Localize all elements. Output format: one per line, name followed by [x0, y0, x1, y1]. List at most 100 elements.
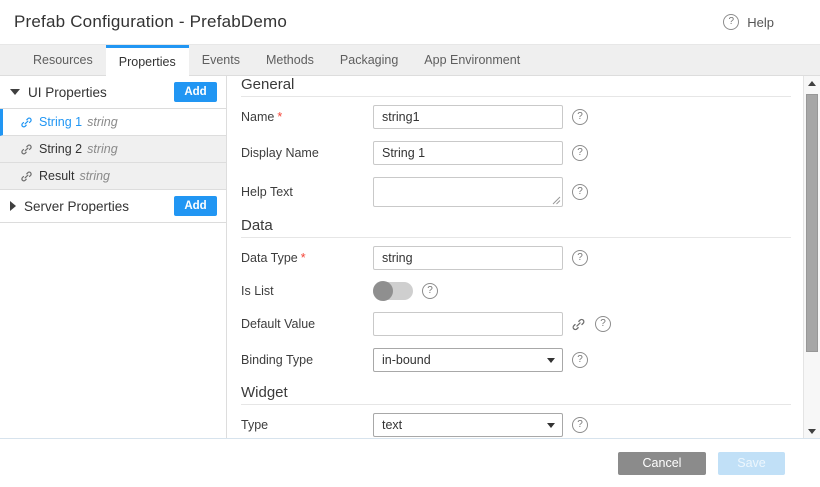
- add-ui-property-button[interactable]: Add: [174, 82, 217, 102]
- chevron-down-icon: [547, 358, 555, 363]
- sidebar-item-string-2[interactable]: String 2 string: [0, 136, 226, 163]
- help-circle-icon: ?: [572, 250, 588, 266]
- help-circle-icon: ?: [422, 283, 438, 299]
- field-row-binding-type: Binding Type in-bound ?: [241, 348, 803, 372]
- widget-type-select[interactable]: text: [373, 413, 563, 437]
- resize-handle-icon[interactable]: [552, 196, 561, 205]
- help-text-input[interactable]: [373, 177, 563, 207]
- field-row-data-type: Data Type* ?: [241, 246, 803, 270]
- field-row-is-list: Is List ?: [241, 282, 803, 300]
- arrow-up-icon: [808, 81, 816, 86]
- link-icon: [20, 143, 33, 156]
- field-label: Help Text: [241, 185, 373, 199]
- scroll-down-button[interactable]: [804, 424, 820, 438]
- prefab-configuration-dialog: Prefab Configuration - PrefabDemo ? Help…: [0, 0, 820, 487]
- bind-link-icon[interactable]: [571, 317, 586, 332]
- item-type: string: [87, 115, 118, 129]
- tab-packaging[interactable]: Packaging: [327, 45, 411, 75]
- name-input[interactable]: [373, 105, 563, 129]
- sidebar-item-result[interactable]: Result string: [0, 163, 226, 190]
- dialog-title: Prefab Configuration - PrefabDemo: [14, 12, 287, 32]
- field-row-help-text: Help Text ?: [241, 177, 803, 207]
- field-label-text: Type: [241, 418, 268, 432]
- scrollbar[interactable]: [803, 76, 820, 438]
- item-type: string: [87, 142, 118, 156]
- item-name: Result: [39, 169, 74, 183]
- field-row-default-value: Default Value ?: [241, 312, 803, 336]
- help-icon[interactable]: ?: [572, 109, 588, 125]
- help-icon[interactable]: ?: [572, 352, 588, 368]
- arrow-down-icon: [808, 429, 816, 434]
- required-marker: *: [277, 110, 282, 124]
- tab-properties[interactable]: Properties: [106, 45, 189, 76]
- help-icon[interactable]: ?: [595, 316, 611, 332]
- sidebar-item-string-1[interactable]: String 1 string: [0, 109, 226, 136]
- item-name: String 1: [39, 115, 82, 129]
- field-label: Type: [241, 418, 373, 432]
- is-list-toggle[interactable]: [373, 282, 413, 300]
- binding-type-select[interactable]: in-bound: [373, 348, 563, 372]
- help-button[interactable]: ? Help: [723, 14, 774, 30]
- dialog-body: UI Properties Add String 1 string String…: [0, 76, 820, 438]
- field-label-text: Help Text: [241, 185, 293, 199]
- link-icon: [20, 116, 33, 129]
- chevron-down-icon: [547, 423, 555, 428]
- help-circle-icon: ?: [595, 316, 611, 332]
- field-label: Display Name: [241, 146, 373, 160]
- help-circle-icon: ?: [572, 184, 588, 200]
- help-icon[interactable]: ?: [572, 184, 588, 200]
- field-label: Is List: [241, 284, 373, 298]
- help-label: Help: [747, 15, 774, 30]
- scrollbar-thumb[interactable]: [806, 94, 818, 352]
- properties-sidebar: UI Properties Add String 1 string String…: [0, 76, 227, 438]
- link-icon: [20, 170, 33, 183]
- field-label-text: Binding Type: [241, 353, 313, 367]
- section-heading-general: General: [241, 76, 791, 97]
- help-icon[interactable]: ?: [572, 417, 588, 433]
- tab-bar: Resources Properties Events Methods Pack…: [0, 45, 820, 76]
- data-type-input[interactable]: [373, 246, 563, 270]
- field-label-text: Default Value: [241, 317, 315, 331]
- dialog-header: Prefab Configuration - PrefabDemo ? Help: [0, 0, 820, 45]
- tab-app-environment[interactable]: App Environment: [411, 45, 533, 75]
- item-type: string: [79, 169, 110, 183]
- field-row-display-name: Display Name ?: [241, 141, 803, 165]
- help-circle-icon: ?: [572, 352, 588, 368]
- display-name-input[interactable]: [373, 141, 563, 165]
- default-value-input[interactable]: [373, 312, 563, 336]
- field-label-text: Name: [241, 110, 274, 124]
- sidebar-group-ui-properties[interactable]: UI Properties Add: [0, 76, 226, 109]
- help-icon[interactable]: ?: [572, 250, 588, 266]
- field-label-text: Is List: [241, 284, 274, 298]
- help-circle-icon: ?: [572, 109, 588, 125]
- field-label: Data Type*: [241, 251, 373, 265]
- sidebar-group-server-properties[interactable]: Server Properties Add: [0, 190, 226, 223]
- help-circle-icon: ?: [572, 417, 588, 433]
- add-server-property-button[interactable]: Add: [174, 196, 217, 216]
- cancel-button[interactable]: Cancel: [618, 452, 706, 475]
- section-heading-data: Data: [241, 217, 791, 238]
- select-value: in-bound: [382, 353, 431, 367]
- field-label-text: Data Type: [241, 251, 298, 265]
- field-row-name: Name* ?: [241, 105, 803, 129]
- scroll-up-button[interactable]: [804, 76, 820, 90]
- save-button[interactable]: Save: [718, 452, 785, 475]
- field-row-widget-type: Type text ?: [241, 413, 803, 437]
- tab-methods[interactable]: Methods: [253, 45, 327, 75]
- chevron-right-icon: [10, 201, 16, 211]
- field-label: Name*: [241, 110, 373, 124]
- section-heading-widget: Widget: [241, 384, 791, 405]
- tab-resources[interactable]: Resources: [20, 45, 106, 75]
- tab-events[interactable]: Events: [189, 45, 253, 75]
- field-label: Binding Type: [241, 353, 373, 367]
- required-marker: *: [301, 251, 306, 265]
- field-label-text: Display Name: [241, 146, 319, 160]
- help-icon[interactable]: ?: [422, 283, 438, 299]
- chevron-down-icon: [10, 89, 20, 95]
- field-label: Default Value: [241, 317, 373, 331]
- toggle-knob: [373, 281, 393, 301]
- property-form: General Name* ? Display Name ?: [227, 76, 820, 438]
- help-icon[interactable]: ?: [572, 145, 588, 161]
- help-circle-icon: ?: [572, 145, 588, 161]
- group-label: UI Properties: [28, 85, 174, 100]
